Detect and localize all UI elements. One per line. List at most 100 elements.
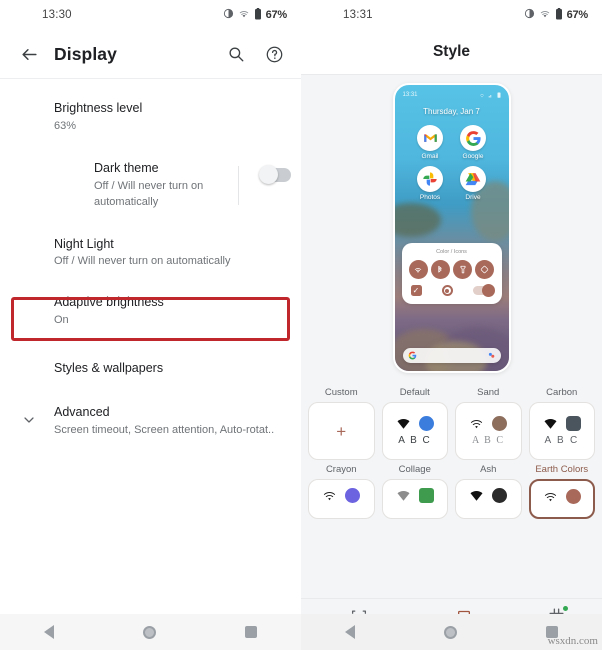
color-swatch [345,488,361,503]
style-tile-earth-colors[interactable]: Earth Colors [528,464,595,519]
checkbox-checked-icon[interactable]: ✓ [410,285,422,296]
setting-brightness-level[interactable]: Brightness level 63% [0,89,301,144]
nav-home-circle-icon[interactable] [443,625,457,639]
tile-glyphs [543,489,581,504]
back-button[interactable] [12,37,46,71]
style-tile-sand[interactable]: Sand A B C [455,387,522,460]
quick-settings-chips [408,260,495,279]
tile-body[interactable] [455,479,522,519]
setting-adaptive-brightness[interactable]: Adaptive brightness On [0,279,301,338]
battery-percent: 67% [566,9,589,21]
color-swatch [418,488,434,503]
grid-badge-dot [563,605,569,611]
radio-selected-icon[interactable] [441,285,453,296]
preview-app-grid: Gmail Google Photos Drive [395,125,509,201]
tile-body[interactable]: A B C [381,402,448,460]
app-label: Google [462,153,484,160]
style-tile-collage[interactable]: Collage [381,464,448,519]
search-icon [229,47,244,62]
help-button[interactable] [259,39,289,69]
preview-app-drive[interactable]: Drive [452,166,495,201]
tile-font-sample: A B C [398,435,432,446]
preview-date: Thursday, Jan 7 [423,107,480,116]
contrast-icon [524,8,535,22]
right-phone-panel: 13:31 67% Style 13:31 Thursday, Jan 7 Gm… [301,0,602,650]
bluetooth-icon[interactable] [430,260,450,279]
google-photos-icon [417,166,443,192]
setting-title: Brightness level [54,101,143,115]
battery-icon [555,7,563,23]
arrow-back-icon [21,48,37,60]
preview-app-google[interactable]: Google [452,125,495,160]
setting-styles-and-wallpapers[interactable]: Styles & wallpapers [0,338,301,397]
tile-label: Collage [398,464,431,475]
wifi-icon [238,8,250,22]
setting-subtitle: Off / Will never turn on automatically [54,255,231,268]
style-tiles-row: Custom + Default A B C Sand A B C Carbon… [308,387,595,460]
battery-percent: 67% [265,9,288,21]
signal-icon [488,94,491,97]
switch-on-icon[interactable] [472,284,495,297]
google-lens-icon[interactable] [487,347,496,365]
tile-glyphs [396,488,434,503]
tile-label: Ash [480,464,497,475]
tile-body[interactable]: A B C [455,402,522,460]
style-tile-ash[interactable]: Ash [455,464,522,519]
tile-label: Crayon [325,464,357,475]
setting-text: Advanced Screen timeout, Screen attentio… [54,404,274,439]
tile-label: Earth Colors [535,464,589,475]
app-label: Photos [419,194,441,201]
preview-app-photos[interactable]: Photos [409,166,452,201]
wallpaper-preview[interactable]: 13:31 Thursday, Jan 7 Gmail Google Photo… [392,83,511,373]
system-nav-left [0,614,301,650]
display-settings-list: Brightness level 63% Dark theme Off / Wi… [0,79,301,448]
color-swatch [418,416,434,431]
wifi-icon [544,492,556,501]
style-tile-carbon[interactable]: Carbon A B C [528,387,595,460]
preview-search-bar[interactable] [402,347,501,365]
wifi-icon[interactable] [408,260,428,279]
battery-icon [497,92,500,98]
nav-back-triangle-icon[interactable] [345,625,356,639]
tile-body[interactable]: A B C [528,402,595,460]
setting-text: Dark theme Off / Will never turn on auto… [54,160,238,211]
nav-home-circle-icon[interactable] [142,625,156,639]
chevron-down-icon [24,417,34,423]
nav-recents-square-icon[interactable] [244,626,257,638]
tile-body[interactable] [308,479,375,519]
style-tiles-grid: Custom + Default A B C Sand A B C Carbon… [308,387,595,523]
preview-time: 13:31 [402,92,418,98]
preview-status-icons [479,92,501,98]
preview-app-gmail[interactable]: Gmail [409,125,452,160]
setting-night-light[interactable]: Night Light Off / Will never turn on aut… [0,220,301,280]
style-tile-custom[interactable]: Custom + [308,387,375,460]
nav-back-triangle-icon[interactable] [44,625,55,639]
battery-icon [254,7,262,23]
tile-label: Sand [477,387,500,398]
tile-glyphs [469,416,508,431]
left-phone-panel: 13:30 67% Display Brightness level 63% D… [0,0,301,650]
color-swatch [492,488,508,503]
style-tile-crayon[interactable]: Crayon [308,464,375,519]
setting-advanced[interactable]: Advanced Screen timeout, Screen attentio… [0,397,301,448]
wifi-icon [324,491,336,500]
wifi-icon [470,490,483,501]
tile-body[interactable]: + [308,402,375,460]
status-time: 13:30 [42,9,72,21]
tile-font-sample: A B C [471,435,505,446]
setting-dark-theme[interactable]: Dark theme Off / Will never turn on auto… [0,144,301,220]
flashlight-icon[interactable] [453,260,473,279]
tile-body[interactable] [381,479,448,519]
tile-glyphs [543,416,581,431]
setting-title: Adaptive brightness [54,295,164,310]
setting-title: Styles & wallpapers [54,361,164,376]
toolbar-actions [221,39,289,69]
expand-advanced-button[interactable] [14,404,44,428]
tile-body[interactable] [528,479,595,519]
auto-rotate-icon[interactable] [475,260,495,279]
dark-theme-toggle[interactable] [251,160,291,184]
style-tile-default[interactable]: Default A B C [381,387,448,460]
tile-label: Custom [324,387,358,398]
search-button[interactable] [221,39,251,69]
toggle-track[interactable] [259,164,291,184]
